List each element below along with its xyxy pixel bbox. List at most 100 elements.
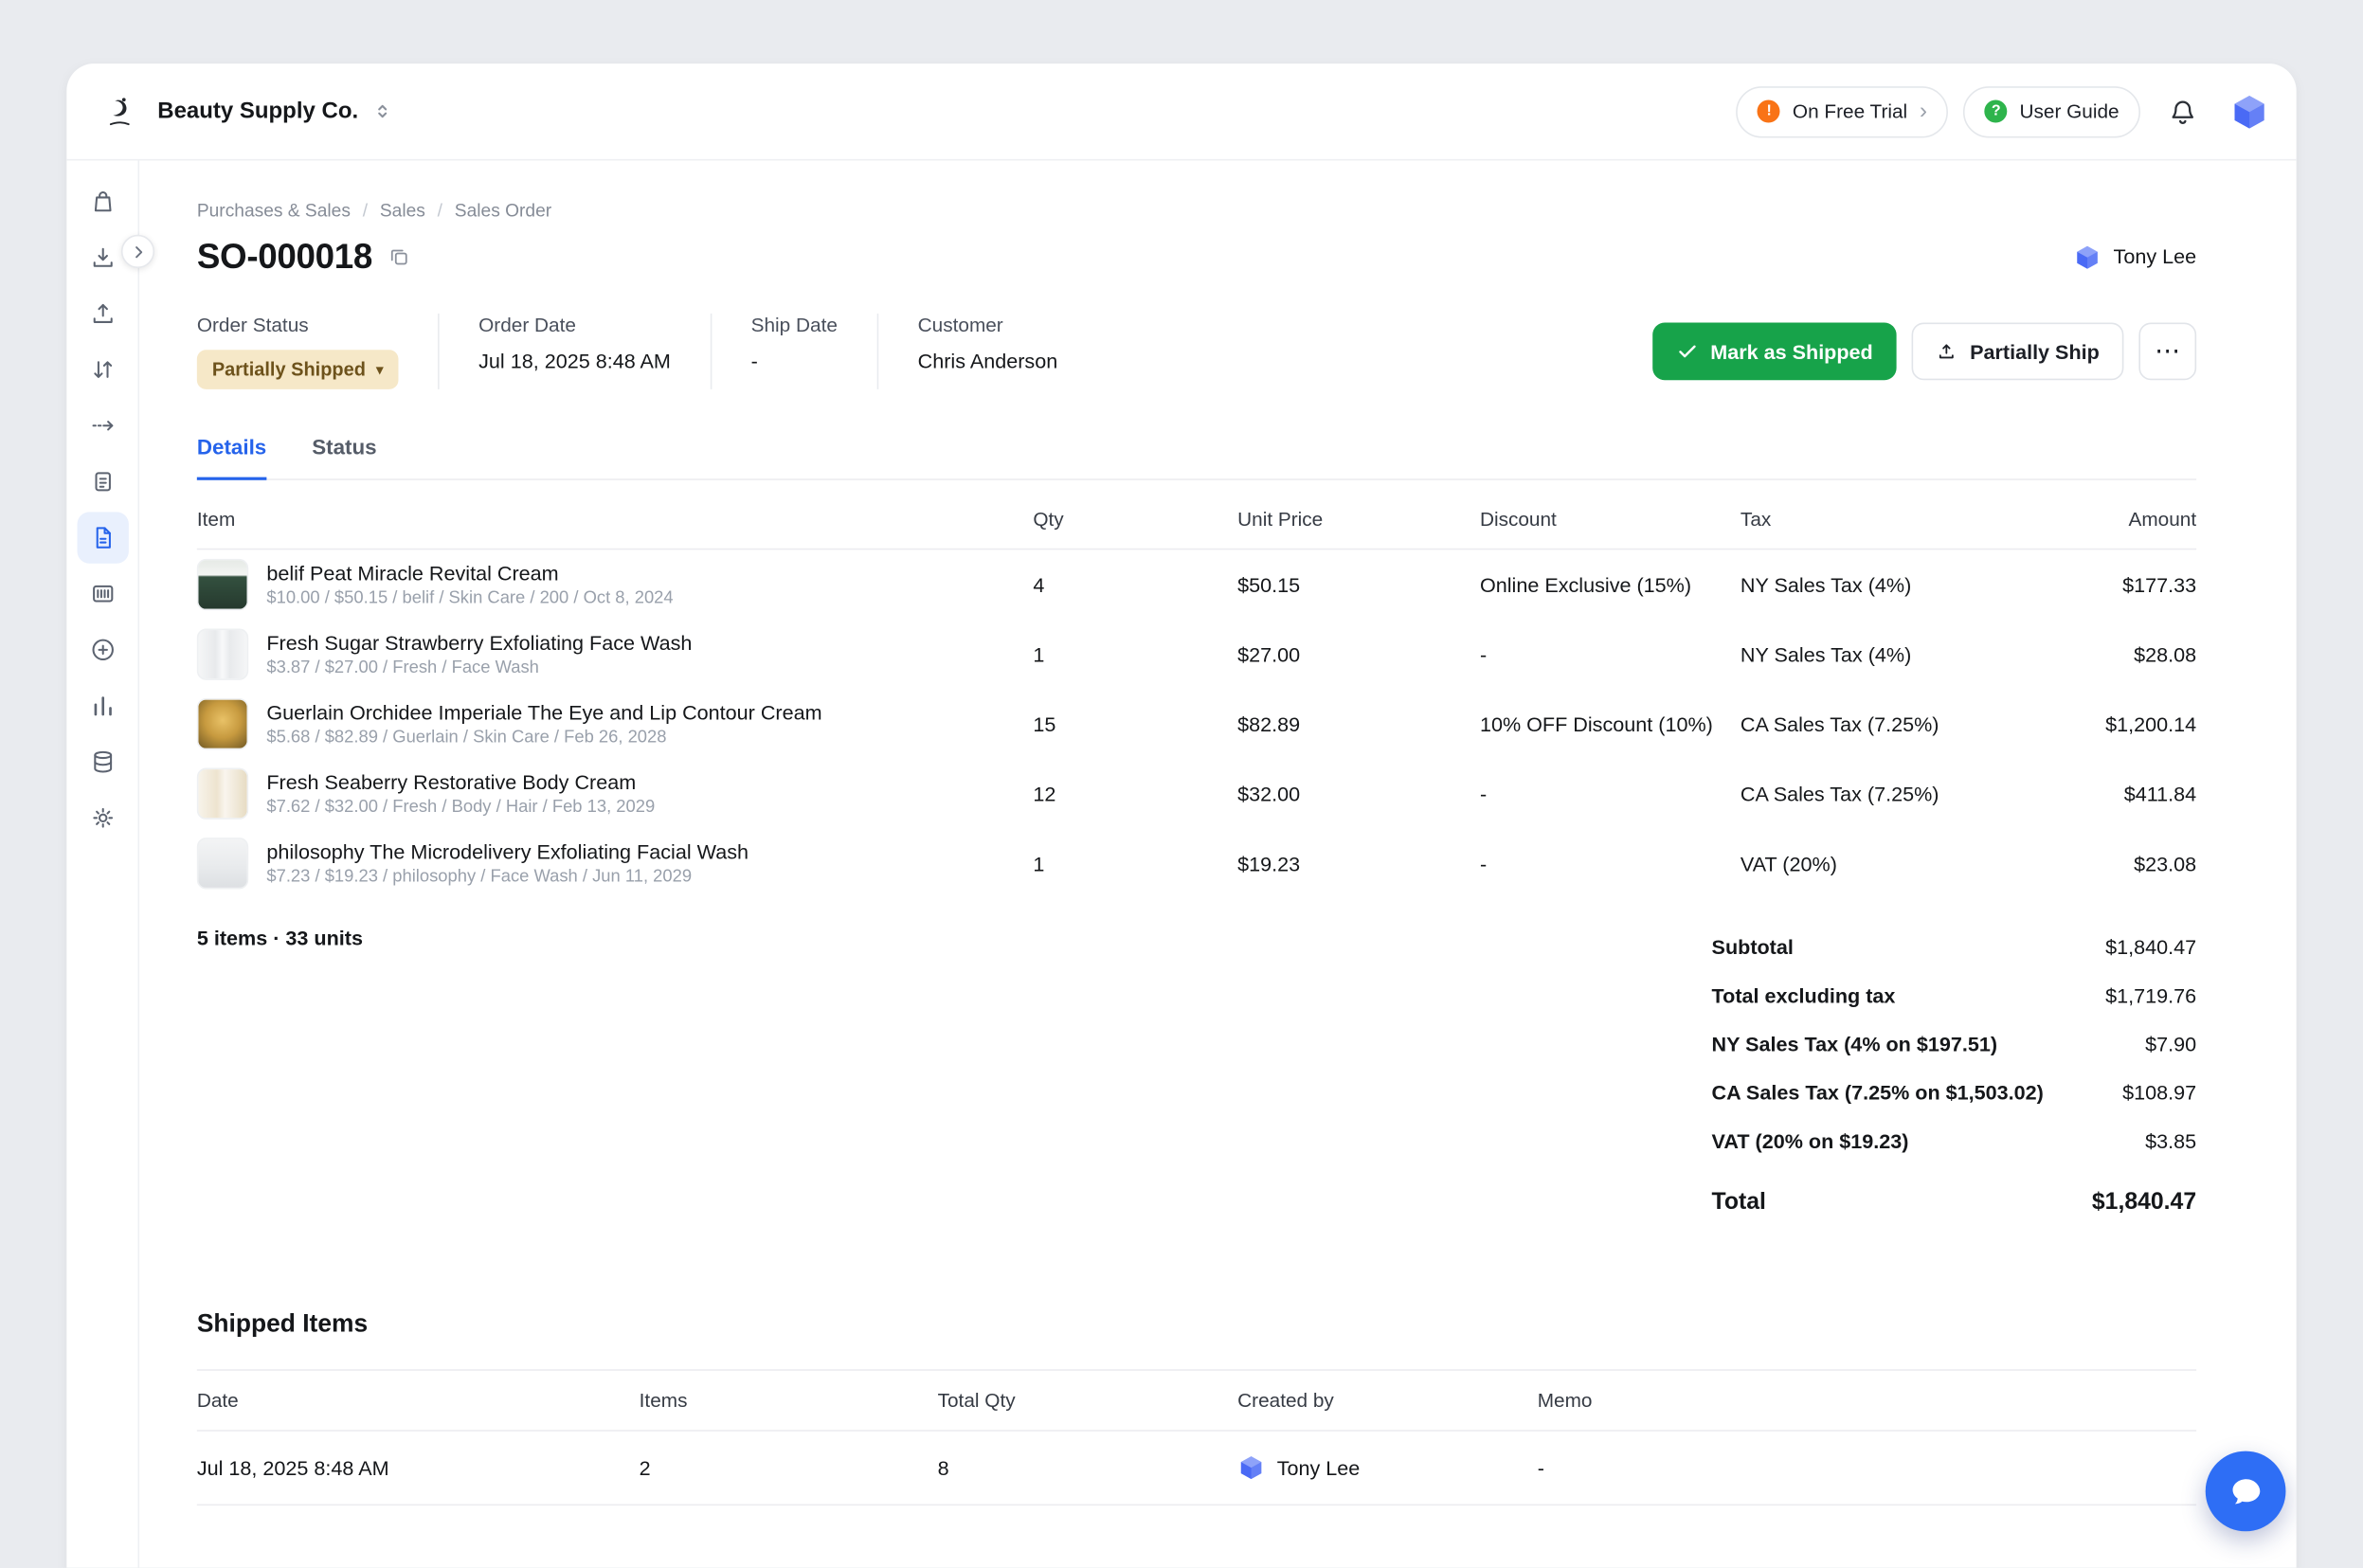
item-discount: -: [1480, 783, 1741, 805]
stock-out-icon: [89, 300, 117, 328]
field-label: Ship Date: [751, 314, 838, 336]
summary-label: CA Sales Tax (7.25% on $1,503.02): [1712, 1081, 2044, 1104]
shipped-row[interactable]: Jul 18, 2025 8:48 AM 2 8 Tony Lee -: [197, 1432, 2196, 1505]
col-tax: Tax: [1741, 508, 1971, 531]
order-actions: Mark as Shipped Partially Ship ⋯: [1652, 323, 2196, 381]
bar-chart-icon: [89, 693, 117, 720]
cube-icon: [2229, 92, 2269, 132]
app-body: Purchases & Sales / Sales / Sales Order …: [66, 160, 2296, 1567]
sidebar-move[interactable]: [77, 400, 128, 451]
summary-row: Total excluding tax $1,719.76: [1712, 971, 2197, 1019]
shipped-table-header: Date Items Total Qty Created by Memo: [197, 1371, 2196, 1432]
shipped-total-qty: 8: [938, 1456, 1238, 1479]
sidebar-purchases-sales[interactable]: [77, 512, 128, 563]
user-guide-button[interactable]: ? User Guide: [1963, 85, 2140, 136]
sidebar-stock-out[interactable]: [77, 288, 128, 339]
upload-icon: [1937, 341, 1957, 362]
tab-details[interactable]: Details: [197, 435, 266, 480]
item-qty: 1: [1033, 643, 1237, 666]
trial-label: On Free Trial: [1793, 100, 1907, 123]
sidebar-stock-in[interactable]: [77, 232, 128, 283]
shipped-created-by: Tony Lee: [1237, 1454, 1538, 1482]
selector-caret-icon: [372, 101, 392, 121]
shipped-items-title: Shipped Items: [197, 1310, 2196, 1339]
item-row[interactable]: Fresh Seaberry Restorative Body Cream $7…: [197, 759, 2196, 829]
top-bar: Beauty Supply Co. ! On Free Trial › ? Us…: [66, 63, 2296, 160]
item-tax: CA Sales Tax (7.25%): [1741, 783, 1971, 805]
totals-summary: Subtotal $1,840.47 Total excluding tax $…: [1712, 923, 2197, 1229]
main-content: Purchases & Sales / Sales / Sales Order …: [139, 160, 2297, 1567]
order-status-badge[interactable]: Partially Shipped ▾: [197, 350, 399, 389]
field-label: Customer: [918, 314, 1058, 336]
chat-launcher-button[interactable]: [2206, 1451, 2286, 1532]
item-details: $10.00 / $50.15 / belif / Skin Care / 20…: [266, 589, 673, 607]
col-items: Items: [640, 1389, 938, 1412]
breadcrumb-sales[interactable]: Sales: [380, 200, 425, 221]
help-icon: ?: [1985, 100, 2008, 123]
col-memo: Memo: [1538, 1389, 2196, 1412]
shipped-date: Jul 18, 2025 8:48 AM: [197, 1456, 640, 1479]
summary-label: VAT (20% on $19.23): [1712, 1129, 1909, 1152]
col-amount: Amount: [1971, 508, 2196, 531]
sidebar-barcode[interactable]: [77, 568, 128, 620]
item-details: $7.23 / $19.23 / philosophy / Face Wash …: [266, 868, 749, 886]
item-row[interactable]: belif Peat Miracle Revital Cream $10.00 …: [197, 550, 2196, 620]
item-details: $7.62 / $32.00 / Fresh / Body / Hair / F…: [266, 799, 655, 817]
sidebar-data-center[interactable]: [77, 736, 128, 787]
mark-as-shipped-button[interactable]: Mark as Shipped: [1652, 323, 1897, 381]
created-by-name: Tony Lee: [1277, 1456, 1361, 1479]
grand-total-row: Total $1,840.47: [1712, 1176, 2197, 1229]
sidebar-adjust[interactable]: [77, 344, 128, 395]
item-amount: $28.08: [1971, 643, 2196, 666]
item-row[interactable]: Fresh Sugar Strawberry Exfoliating Face …: [197, 620, 2196, 690]
tab-status[interactable]: Status: [312, 435, 376, 480]
sidebar-item-list[interactable]: [77, 175, 128, 226]
free-trial-button[interactable]: ! On Free Trial ›: [1737, 85, 1949, 136]
total-label: Total: [1712, 1188, 1766, 1216]
summary-label: NY Sales Tax (4% on $197.51): [1712, 1033, 1998, 1055]
product-thumbnail: [197, 838, 248, 889]
workspace-avatar[interactable]: [2228, 91, 2269, 132]
caret-down-icon: ▾: [376, 361, 383, 378]
check-icon: [1677, 341, 1698, 362]
status-badge-label: Partially Shipped: [212, 359, 366, 380]
sidebar-expand-button[interactable]: [121, 235, 154, 268]
item-unit-price: $82.89: [1237, 712, 1480, 735]
sidebar-add-item[interactable]: [77, 624, 128, 676]
chevron-right-icon: ›: [1920, 100, 1927, 123]
sidebar-stocktake[interactable]: [77, 456, 128, 507]
more-actions-button[interactable]: ⋯: [2138, 323, 2196, 381]
app-window: Beauty Supply Co. ! On Free Trial › ? Us…: [66, 63, 2296, 1568]
table-footer: 5 items · 33 units Subtotal $1,840.47 To…: [197, 923, 2196, 1229]
breadcrumb-separator: /: [438, 200, 442, 221]
item-qty: 4: [1033, 573, 1237, 596]
mark-as-shipped-label: Mark as Shipped: [1710, 340, 1873, 363]
order-meta-row: Order Status Partially Shipped ▾ Order D…: [197, 314, 2196, 389]
item-unit-price: $50.15: [1237, 573, 1480, 596]
summary-row: VAT (20% on $19.23) $3.85: [1712, 1116, 2197, 1164]
chevron-right-icon: [130, 243, 147, 261]
breadcrumb-sales-order: Sales Order: [455, 200, 551, 221]
cube-icon: [2074, 243, 2101, 271]
company-selector[interactable]: Beauty Supply Co.: [157, 99, 391, 124]
copy-order-number-button[interactable]: [388, 245, 410, 268]
col-qty: Qty: [1033, 508, 1237, 531]
item-details: $5.68 / $82.89 / Guerlain / Skin Care / …: [266, 729, 821, 747]
move-icon: [89, 412, 117, 440]
sidebar-analytics[interactable]: [77, 680, 128, 731]
order-owner[interactable]: Tony Lee: [2074, 243, 2196, 271]
field-label: Order Status: [197, 314, 399, 336]
summary-value: $1,840.47: [2105, 935, 2196, 958]
ellipsis-icon: ⋯: [2155, 336, 2180, 367]
item-row[interactable]: philosophy The Microdelivery Exfoliating…: [197, 828, 2196, 898]
barcode-icon: [89, 580, 117, 607]
partially-ship-button[interactable]: Partially Ship: [1912, 323, 2123, 381]
tabs: Details Status: [197, 435, 2196, 480]
breadcrumb-purchases-sales[interactable]: Purchases & Sales: [197, 200, 351, 221]
item-row[interactable]: Guerlain Orchidee Imperiale The Eye and …: [197, 689, 2196, 759]
sidebar-settings[interactable]: [77, 792, 128, 843]
field-customer: Customer Chris Anderson: [876, 314, 1096, 389]
item-tax: NY Sales Tax (4%): [1741, 573, 1971, 596]
notifications-button[interactable]: [2156, 84, 2210, 139]
sidebar: [66, 160, 139, 1567]
